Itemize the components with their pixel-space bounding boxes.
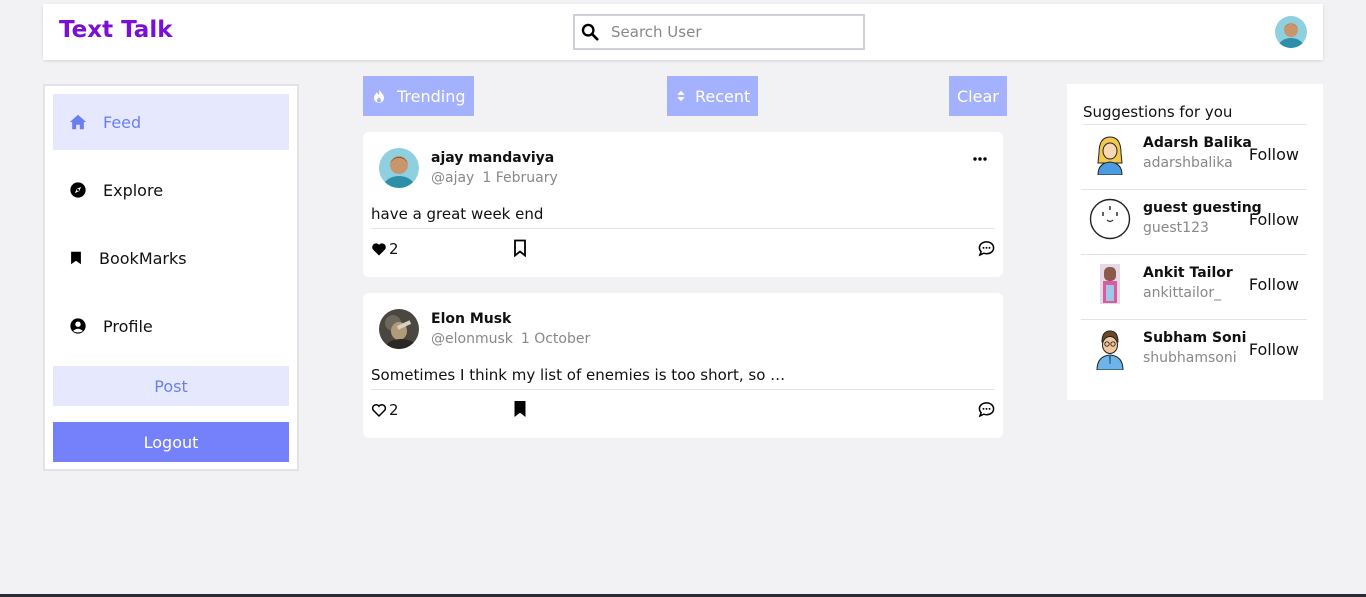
suggestion-item: guest guesting guest123 Follow bbox=[1081, 190, 1307, 255]
comment-icon[interactable] bbox=[978, 240, 995, 257]
post-meta: @ajay 1 February bbox=[431, 170, 558, 186]
suggestion-name[interactable]: guest guesting bbox=[1143, 200, 1262, 216]
follow-button[interactable]: Follow bbox=[1249, 145, 1299, 164]
avatar[interactable] bbox=[1089, 133, 1131, 175]
suggestion-name[interactable]: Ankit Tailor bbox=[1143, 265, 1233, 281]
heart-outline-icon bbox=[371, 404, 387, 418]
bookmark-filled-icon[interactable] bbox=[513, 400, 527, 418]
search-icon bbox=[581, 23, 599, 41]
avatar[interactable] bbox=[1089, 263, 1131, 305]
like-count: 2 bbox=[389, 240, 399, 258]
left-sidebar: Feed Explore BookMarks Profile Post Logo… bbox=[43, 84, 299, 471]
post-content: Sometimes I think my list of enemies is … bbox=[371, 366, 995, 390]
sidebar-item-label: Feed bbox=[103, 112, 142, 132]
suggestion-item: Subham Soni shubhamsoni Follow bbox=[1081, 320, 1307, 385]
sidebar-item-explore[interactable]: Explore bbox=[53, 162, 289, 218]
app-logo[interactable]: Text Talk bbox=[59, 17, 173, 43]
sidebar-item-feed[interactable]: Feed bbox=[53, 94, 289, 150]
post-meta: @elonmusk 1 October bbox=[431, 331, 590, 347]
fire-icon bbox=[374, 89, 384, 103]
sidebar-item-label: BookMarks bbox=[99, 248, 187, 268]
comment-icon[interactable] bbox=[978, 401, 995, 418]
trending-label: Trending bbox=[397, 86, 466, 106]
sort-icon bbox=[677, 90, 685, 102]
post-content: have a great week end bbox=[371, 205, 995, 229]
post-date: 1 February bbox=[482, 170, 558, 186]
recent-label: Recent bbox=[695, 86, 751, 106]
suggestion-handle: adarshbalika bbox=[1143, 155, 1233, 171]
suggestions-title: Suggestions for you bbox=[1083, 103, 1307, 125]
sidebar-item-bookmarks[interactable]: BookMarks bbox=[53, 230, 289, 286]
bookmark-outline-icon[interactable] bbox=[513, 239, 527, 257]
post-author-handle: @elonmusk bbox=[431, 331, 513, 347]
search-box[interactable] bbox=[573, 14, 865, 50]
suggestion-name[interactable]: Subham Soni bbox=[1143, 330, 1246, 346]
follow-button[interactable]: Follow bbox=[1249, 210, 1299, 229]
follow-button[interactable]: Follow bbox=[1249, 275, 1299, 294]
bookmark-icon bbox=[71, 251, 81, 265]
post-author-name[interactable]: Elon Musk bbox=[431, 311, 511, 327]
user-avatar[interactable] bbox=[1275, 16, 1307, 48]
suggestion-handle: shubhamsoni bbox=[1143, 350, 1237, 366]
sidebar-item-label: Explore bbox=[103, 180, 164, 200]
avatar[interactable] bbox=[1089, 198, 1131, 240]
more-options-icon[interactable] bbox=[973, 152, 987, 166]
clear-button[interactable]: Clear bbox=[949, 76, 1007, 116]
suggestion-handle: ankittailor_ bbox=[1143, 285, 1222, 301]
sidebar-item-profile[interactable]: Profile bbox=[53, 298, 289, 354]
like-button[interactable]: 2 bbox=[371, 401, 399, 419]
suggestion-item: Adarsh Balika adarshbalika Follow bbox=[1081, 125, 1307, 190]
logout-button[interactable]: Logout bbox=[53, 422, 289, 462]
post-card: ajay mandaviya @ajay 1 February have a gr… bbox=[363, 132, 1003, 277]
avatar[interactable] bbox=[1089, 328, 1131, 370]
search-input[interactable] bbox=[611, 20, 856, 44]
suggestions-panel: Suggestions for you Adarsh Balika adarsh… bbox=[1067, 84, 1323, 400]
post-card: Elon Musk @elonmusk 1 October Sometimes I… bbox=[363, 293, 1003, 438]
post-button[interactable]: Post bbox=[53, 366, 289, 406]
compass-icon bbox=[70, 182, 86, 198]
heart-filled-icon bbox=[372, 243, 386, 256]
recent-button[interactable]: Recent bbox=[667, 76, 759, 116]
user-circle-icon bbox=[70, 318, 86, 334]
suggestion-name[interactable]: Adarsh Balika bbox=[1143, 135, 1252, 151]
clear-label: Clear bbox=[957, 86, 999, 106]
like-count: 2 bbox=[389, 401, 399, 419]
post-author-handle: @ajay bbox=[431, 170, 475, 186]
trending-button[interactable]: Trending bbox=[363, 76, 474, 116]
suggestion-item: Ankit Tailor ankittailor_ Follow bbox=[1081, 255, 1307, 320]
avatar[interactable] bbox=[379, 148, 419, 188]
avatar[interactable] bbox=[379, 309, 419, 349]
post-author-name[interactable]: ajay mandaviya bbox=[431, 150, 554, 166]
home-icon bbox=[69, 114, 87, 130]
like-button[interactable]: 2 bbox=[371, 240, 399, 258]
sidebar-item-label: Profile bbox=[103, 316, 153, 336]
top-navbar: Text Talk bbox=[43, 4, 1323, 60]
post-date: 1 October bbox=[520, 331, 591, 347]
suggestion-handle: guest123 bbox=[1143, 220, 1209, 236]
follow-button[interactable]: Follow bbox=[1249, 340, 1299, 359]
